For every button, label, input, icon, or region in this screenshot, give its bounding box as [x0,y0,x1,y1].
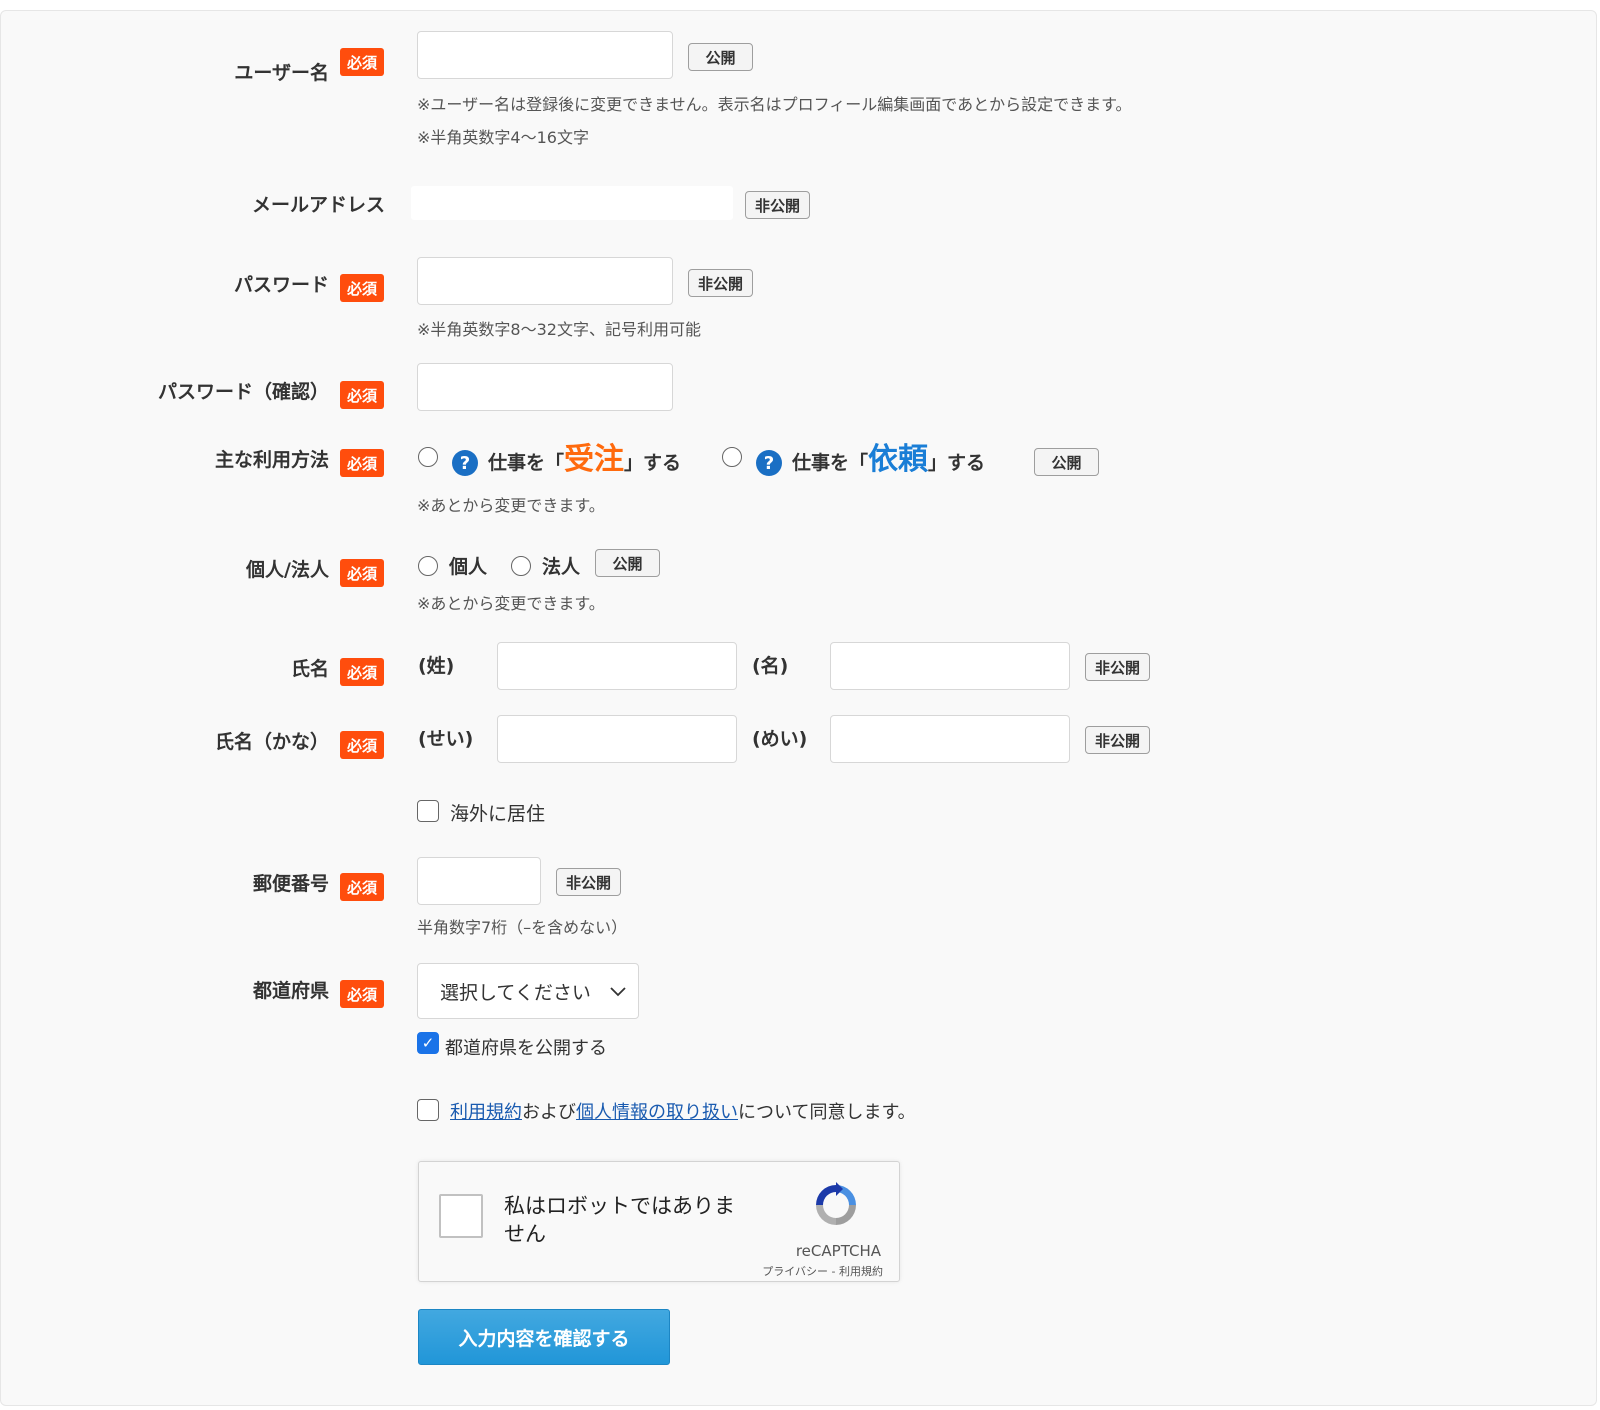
prefecture-selected-value: 選択してください [440,981,591,1004]
recaptcha-widget: 私はロボットではありません reCAPTCHA プライバシー - 利用規約 [418,1161,900,1282]
name-kana-last-label: (せい) [418,728,474,750]
prefecture-publish-label[interactable]: 都道府県を公開する [445,1034,607,1060]
password-label: パスワード [233,274,329,296]
usage-receive-emphasis: 受注 [564,442,625,477]
username-note: ※ユーザー名は登録後に変更できません。表示名はプロフィール編集画面であとから設定… [417,95,1132,114]
terms-link[interactable]: 利用規約 [450,1102,522,1123]
prefecture-select[interactable]: 選択してください [417,963,639,1019]
email-label: メールアドレス [251,194,385,216]
recaptcha-logo-icon [811,1180,861,1230]
usage-request-suffix: 」する [928,452,986,474]
required-badge: 必須 [340,48,384,76]
usage-label: 主な利用方法 [214,449,329,471]
required-badge: 必須 [340,559,384,587]
required-badge: 必須 [340,449,384,477]
name-label: 氏名 [290,658,329,680]
recaptcha-text: 私はロボットではありません [504,1194,735,1246]
password-confirm-label: パスワード（確認） [157,381,329,403]
name-last-input[interactable] [497,642,737,690]
agreement-suffix: について同意します。 [738,1102,916,1123]
name-kana-first-label: (めい) [752,728,808,750]
overseas-checkbox[interactable] [417,800,439,822]
name-first-label: (名) [752,655,789,677]
usage-receive-prefix: 仕事を「 [488,452,565,474]
recaptcha-links[interactable]: プライバシー - 利用規約 [762,1263,883,1279]
entity-label: 個人/法人 [246,559,329,581]
usage-request-radio[interactable] [722,447,742,467]
name-private-tag: 非公開 [1085,653,1150,681]
prefecture-publish-checkbox[interactable]: ✓ [417,1032,439,1054]
usage-receive-radio[interactable] [418,447,438,467]
usage-note: ※あとから変更できます。 [417,496,605,515]
entity-corporation-radio[interactable] [511,556,531,576]
usage-request-emphasis: 依頼 [868,442,929,477]
name-kana-label: 氏名（かな） [214,731,329,753]
postal-label: 郵便番号 [252,873,329,895]
postal-note: 半角数字7桁（–を含めない） [417,918,628,937]
agreement-text: 利用規約および個人情報の取り扱いについて同意します。 [450,1098,916,1124]
email-private-tag: 非公開 [745,191,810,219]
username-input[interactable] [417,31,673,79]
required-badge: 必須 [340,873,384,901]
required-badge: 必須 [340,381,384,409]
usage-public-tag: 公開 [1034,448,1099,476]
help-icon[interactable]: ? [756,450,782,476]
overseas-label[interactable]: 海外に居住 [450,799,545,826]
required-badge: 必須 [340,980,384,1008]
email-value-field[interactable] [411,186,733,220]
name-kana-first-input[interactable] [830,715,1070,763]
help-icon[interactable]: ? [452,450,478,476]
entity-individual-label[interactable]: 個人 [449,552,487,579]
usage-request-option[interactable]: 仕事を「依頼」する [792,439,985,484]
required-badge: 必須 [340,274,384,302]
postal-private-tag: 非公開 [556,868,621,896]
entity-note: ※あとから変更できます。 [417,594,605,613]
password-input[interactable] [417,257,673,305]
chevron-down-icon [610,980,626,1002]
password-confirm-input[interactable] [417,363,673,411]
required-badge: 必須 [340,658,384,686]
name-last-label: (姓) [418,655,455,677]
password-note: ※半角英数字8〜32文字、記号利用可能 [417,320,701,339]
usage-receive-suffix: 」する [624,452,682,474]
registration-form: ユーザー名 必須 公開 ※ユーザー名は登録後に変更できません。表示名はプロフィー… [0,10,1597,1406]
usage-request-prefix: 仕事を「 [792,452,869,474]
name-first-input[interactable] [830,642,1070,690]
password-private-tag: 非公開 [688,269,753,297]
recaptcha-checkbox[interactable] [439,1194,483,1238]
entity-corporation-label[interactable]: 法人 [542,552,580,579]
postal-input[interactable] [417,857,541,905]
username-public-tag: 公開 [688,43,753,71]
entity-public-tag: 公開 [595,549,660,577]
confirm-submit-button[interactable]: 入力内容を確認する [418,1309,670,1365]
usage-receive-option[interactable]: 仕事を「受注」する [488,439,681,484]
agreement-checkbox[interactable] [417,1099,439,1121]
username-label: ユーザー名 [234,62,329,84]
username-length-note: ※半角英数字4〜16文字 [417,128,589,147]
agreement-and: および [522,1102,576,1123]
entity-individual-radio[interactable] [418,556,438,576]
required-badge: 必須 [340,731,384,759]
prefecture-label: 都道府県 [252,980,329,1002]
name-kana-private-tag: 非公開 [1085,726,1150,754]
name-kana-last-input[interactable] [497,715,737,763]
recaptcha-brand: reCAPTCHA [795,1242,881,1260]
privacy-link[interactable]: 個人情報の取り扱い [576,1102,738,1123]
